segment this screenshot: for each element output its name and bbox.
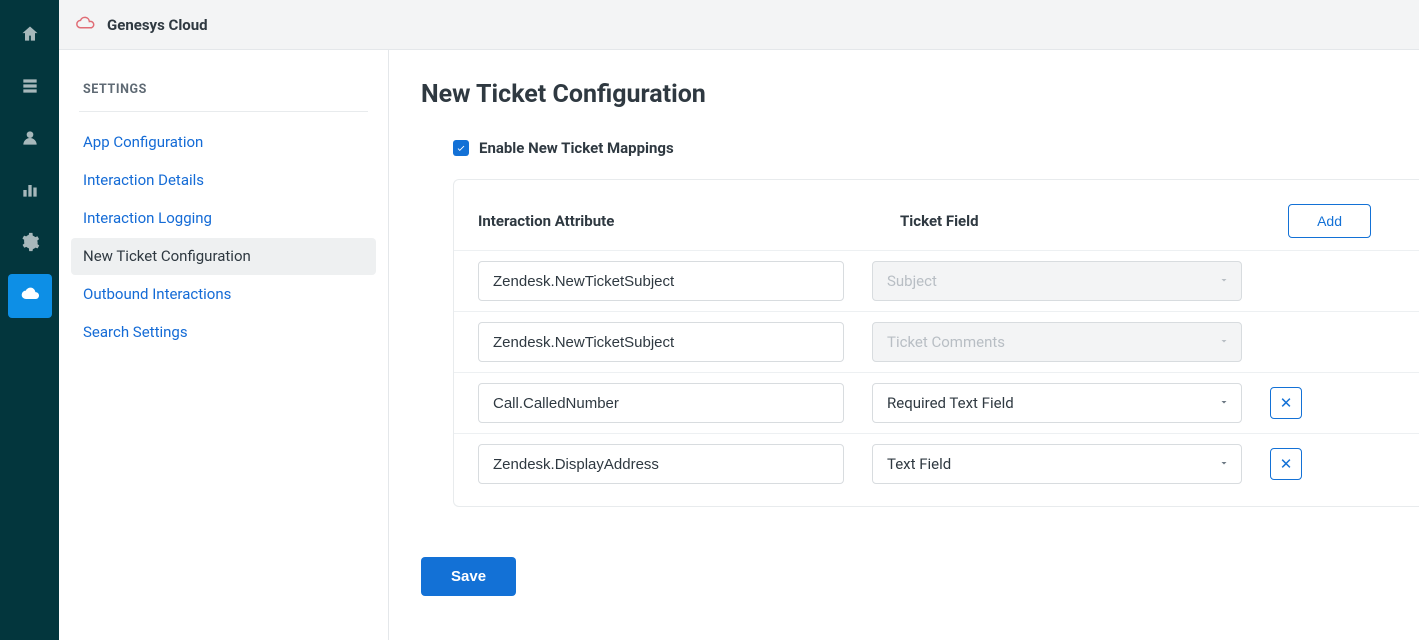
remove-row-button[interactable]: ✕ [1270, 448, 1302, 480]
ticket-field-select[interactable]: Text Field [872, 444, 1242, 484]
nav-cloud[interactable] [8, 274, 52, 318]
ticket-field-select-value: Ticket Comments [887, 333, 1005, 351]
barchart-icon [20, 180, 40, 204]
brand-title: Genesys Cloud [107, 16, 208, 34]
sidebar-item-outbound-interactions[interactable]: Outbound Interactions [71, 276, 376, 313]
enable-mappings-label: Enable New Ticket Mappings [479, 139, 674, 157]
nav-users[interactable] [8, 118, 52, 162]
ticket-field-select[interactable]: Required Text Field [872, 383, 1242, 423]
table-header-row: Interaction Attribute Ticket Field Add [454, 204, 1419, 250]
gear-icon [20, 232, 40, 256]
ticket-field-select: Ticket Comments [872, 322, 1242, 362]
chevron-down-icon [1218, 394, 1230, 412]
sidebar-item-app-configuration[interactable]: App Configuration [71, 124, 376, 161]
content-area: SETTINGS App Configuration Interaction D… [59, 50, 1419, 640]
ticket-field-select: Subject [872, 261, 1242, 301]
chevron-down-icon [1218, 272, 1230, 290]
table-row: Text Field ✕ [454, 433, 1419, 484]
main-panel: New Ticket Configuration Enable New Tick… [389, 50, 1419, 640]
ticket-field-select-value: Subject [887, 272, 937, 290]
divider [79, 111, 368, 112]
ticket-field-select-value: Required Text Field [887, 394, 1014, 412]
interaction-attribute-input[interactable] [478, 322, 844, 362]
interaction-attribute-input[interactable] [478, 444, 844, 484]
remove-row-button[interactable]: ✕ [1270, 387, 1302, 419]
table-row: Ticket Comments [454, 311, 1419, 372]
app-icon-sidebar [0, 0, 59, 640]
add-button[interactable]: Add [1288, 204, 1371, 238]
nav-reports[interactable] [8, 170, 52, 214]
sidebar-item-interaction-logging[interactable]: Interaction Logging [71, 200, 376, 237]
docs-icon [20, 76, 40, 100]
column-header-field: Ticket Field [900, 212, 1270, 230]
column-header-attribute: Interaction Attribute [478, 212, 872, 230]
home-icon [20, 24, 40, 48]
sidebar-item-interaction-details[interactable]: Interaction Details [71, 162, 376, 199]
settings-heading: SETTINGS [59, 82, 388, 107]
interaction-attribute-input[interactable] [478, 383, 844, 423]
table-row: Required Text Field ✕ [454, 372, 1419, 433]
mappings-table: Interaction Attribute Ticket Field Add S… [453, 179, 1419, 507]
interaction-attribute-input[interactable] [478, 261, 844, 301]
chevron-down-icon [1218, 333, 1230, 351]
topbar: Genesys Cloud [59, 0, 1419, 50]
enable-mappings-checkbox[interactable] [453, 140, 469, 156]
page-title: New Ticket Configuration [421, 80, 1419, 109]
nav-settings[interactable] [8, 222, 52, 266]
sidebar-item-search-settings[interactable]: Search Settings [71, 314, 376, 351]
close-icon: ✕ [1280, 455, 1293, 473]
nav-docs[interactable] [8, 66, 52, 110]
ticket-field-select-value: Text Field [887, 455, 951, 473]
settings-sidebar: SETTINGS App Configuration Interaction D… [59, 50, 389, 640]
close-icon: ✕ [1280, 394, 1293, 412]
nav-home[interactable] [8, 14, 52, 58]
main-area: Genesys Cloud SETTINGS App Configuration… [59, 0, 1419, 640]
users-icon [20, 128, 40, 152]
settings-list: App Configuration Interaction Details In… [59, 124, 388, 351]
table-row: Subject [454, 250, 1419, 311]
chevron-down-icon [1218, 455, 1230, 473]
enable-mappings-row: Enable New Ticket Mappings [453, 139, 1419, 157]
sidebar-item-new-ticket-configuration[interactable]: New Ticket Configuration [71, 238, 376, 275]
genesys-cloud-icon [75, 14, 97, 36]
cloud-icon [20, 284, 40, 308]
save-button[interactable]: Save [421, 557, 516, 596]
